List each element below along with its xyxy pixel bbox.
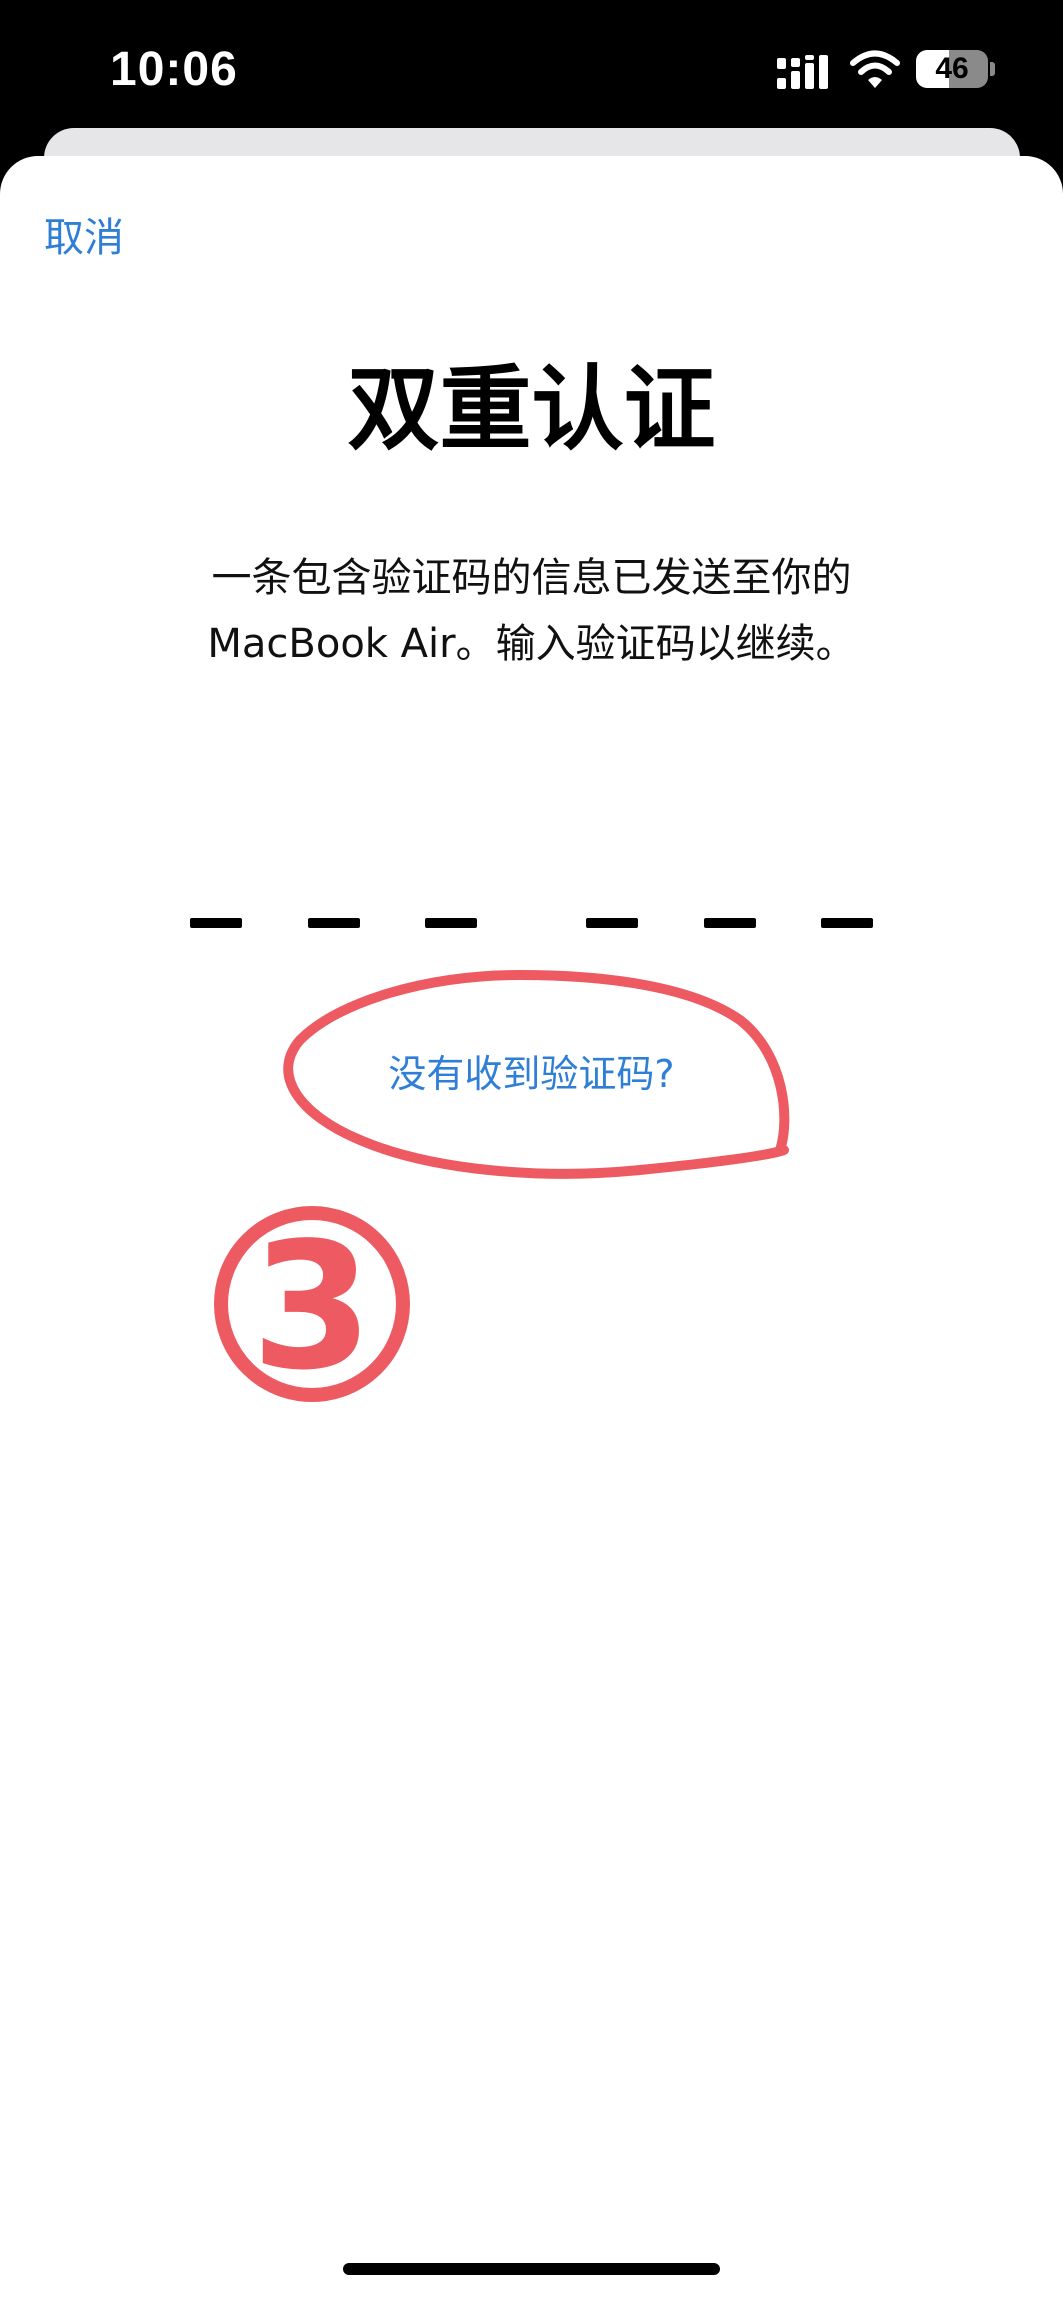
battery-cap bbox=[990, 62, 995, 76]
instruction-line-2: MacBook Air。输入验证码以继续。 bbox=[207, 621, 856, 667]
cancel-button[interactable]: 取消 bbox=[44, 205, 124, 263]
signal-icon bbox=[777, 55, 828, 89]
code-digit-slot-2[interactable] bbox=[308, 918, 360, 928]
wifi-icon bbox=[850, 50, 900, 88]
status-bar: 10:06 46 bbox=[0, 0, 1063, 140]
battery-icon: 46 bbox=[916, 50, 988, 88]
page-title: 双重认证 bbox=[347, 356, 716, 463]
home-indicator[interactable] bbox=[343, 2263, 720, 2275]
code-digit-slot-3[interactable] bbox=[425, 918, 477, 928]
no-code-received-link[interactable]: 没有收到验证码? bbox=[0, 1043, 1063, 1098]
code-digit-slot-4[interactable] bbox=[586, 918, 638, 928]
instruction-line-1: 一条包含验证码的信息已发送至你的 bbox=[211, 555, 852, 601]
code-digit-slot-1[interactable] bbox=[190, 918, 242, 928]
code-digit-slot-5[interactable] bbox=[704, 918, 756, 928]
battery-level: 46 bbox=[935, 52, 969, 85]
instruction-text: 一条包含验证码的信息已发送至你的 MacBook Air。输入验证码以继续。 bbox=[100, 545, 963, 677]
status-time: 10:06 bbox=[110, 43, 238, 96]
modal-sheet bbox=[0, 156, 1063, 2301]
code-digit-slot-6[interactable] bbox=[821, 918, 873, 928]
